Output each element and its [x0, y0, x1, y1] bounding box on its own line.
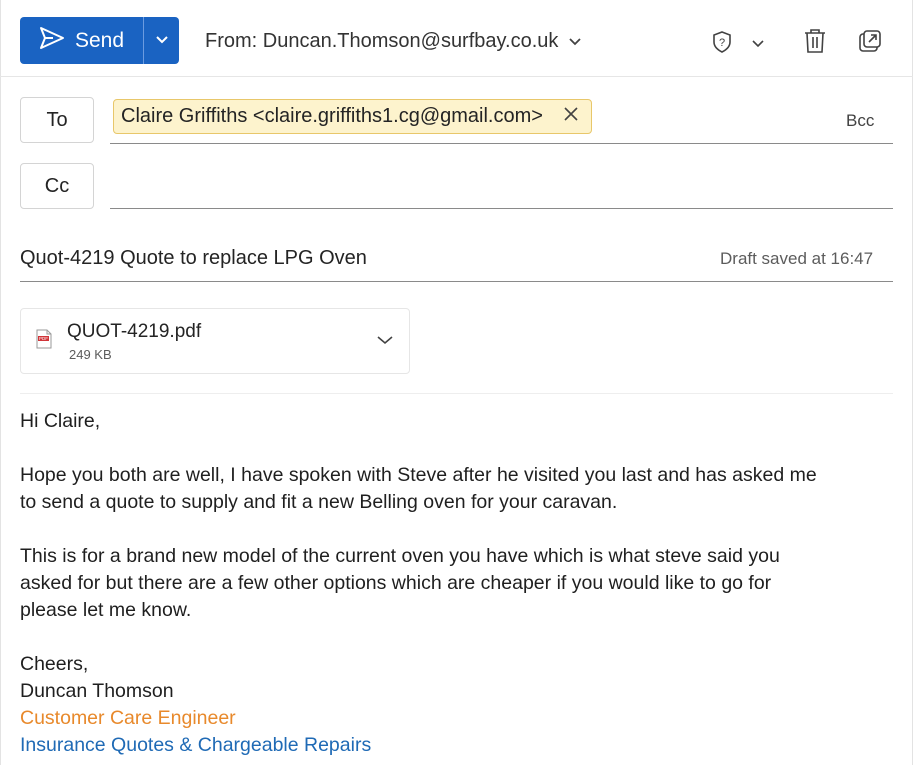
cc-label: Cc [44, 174, 70, 197]
body-para1-line2: to send a quote to supply and fit a new … [20, 491, 618, 513]
subject-input[interactable]: Quot-4219 Quote to replace LPG Oven [20, 247, 367, 270]
shield-icon: ? [711, 31, 733, 58]
signature-title: Customer Care Engineer [20, 707, 236, 729]
send-button-group: Send [20, 17, 179, 64]
attachment-card[interactable]: PDF QUOT-4219.pdf 249 KB [20, 308, 410, 374]
cc-field-underline [110, 208, 893, 209]
popout-button[interactable] [858, 29, 882, 58]
to-field-underline [110, 143, 893, 144]
bcc-button[interactable]: Bcc [846, 111, 874, 131]
discard-button[interactable] [803, 28, 827, 59]
signature-name: Duncan Thomson [20, 680, 174, 702]
sensitivity-dropdown[interactable] [751, 36, 765, 54]
recipient-chip[interactable]: Claire Griffiths <claire.griffiths1.cg@g… [113, 99, 592, 134]
body-para1-line1: Hope you both are well, I have spoken wi… [20, 464, 817, 486]
body-para2-line3: please let me know. [20, 599, 192, 621]
from-selector[interactable]: From: Duncan.Thomson@surfbay.co.uk [205, 30, 582, 53]
chevron-down-icon [568, 30, 582, 53]
bcc-label: Bcc [846, 111, 875, 130]
body-divider [20, 393, 893, 394]
send-button[interactable]: Send [20, 17, 143, 64]
to-label: To [46, 108, 68, 131]
popout-icon [858, 30, 882, 57]
send-options-button[interactable] [144, 17, 179, 64]
remove-recipient-button[interactable] [563, 105, 579, 128]
signature-department: Insurance Quotes & Chargeable Repairs [20, 734, 372, 756]
recipient-chip-label: Claire Griffiths <claire.griffiths1.cg@g… [121, 105, 543, 127]
svg-text:PDF: PDF [39, 336, 48, 341]
send-label: Send [74, 28, 125, 52]
body-signoff: Cheers, [20, 653, 89, 675]
compose-toolbar: Send From: Duncan.Thomson@surfbay.co.uk … [0, 0, 913, 77]
sensitivity-button[interactable]: ? [711, 30, 733, 59]
cc-input[interactable] [110, 170, 893, 204]
body-para2-line2: asked for but there are a few other opti… [20, 572, 772, 594]
close-icon [563, 105, 579, 128]
attachment-size: 249 KB [69, 347, 112, 362]
to-button[interactable]: To [20, 97, 94, 143]
svg-text:?: ? [719, 37, 725, 49]
chevron-down-icon [376, 333, 394, 350]
draft-status: Draft saved at 16:47 [720, 249, 874, 268]
send-icon [39, 26, 65, 56]
chevron-down-icon [751, 36, 765, 53]
body-greeting: Hi Claire, [20, 410, 101, 432]
chevron-down-icon [155, 32, 169, 50]
body-para2-line1: This is for a brand new model of the cur… [20, 545, 780, 567]
from-label: From: Duncan.Thomson@surfbay.co.uk [205, 30, 559, 52]
cc-button[interactable]: Cc [20, 163, 94, 209]
attachment-name: QUOT-4219.pdf [67, 321, 202, 342]
attachment-menu-button[interactable] [376, 333, 394, 351]
pdf-file-icon: PDF [36, 329, 52, 354]
subject-underline [20, 281, 893, 282]
trash-icon [803, 29, 827, 58]
